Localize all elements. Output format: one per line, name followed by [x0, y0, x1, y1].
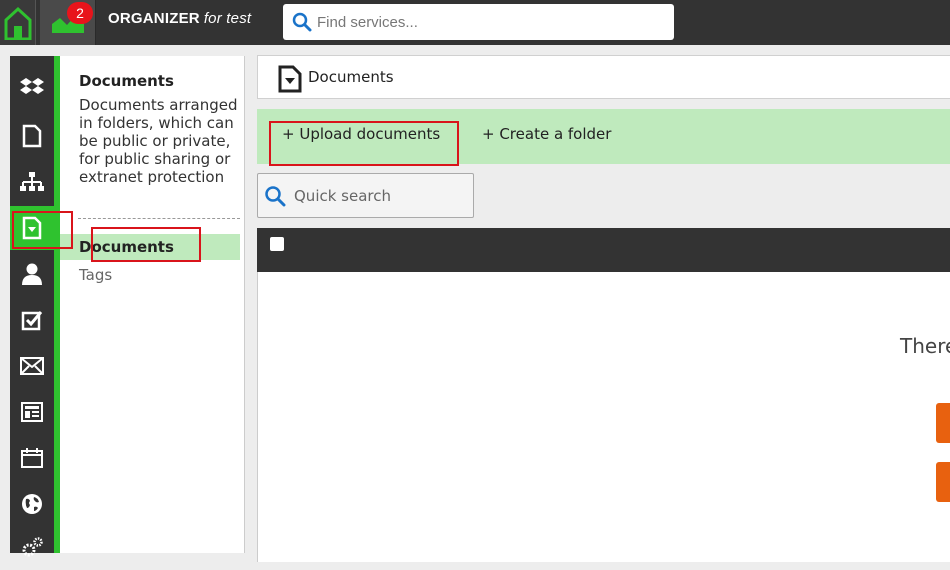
nav-news[interactable] [10, 390, 54, 434]
gears-icon [22, 537, 43, 557]
highlight-box-nav-documents [12, 211, 73, 249]
home-button[interactable] [0, 0, 36, 45]
app-brand: ORGANIZER for test [108, 10, 251, 27]
highlight-box-subnav-documents [91, 227, 201, 262]
left-icon-nav [10, 56, 54, 557]
envelope-icon [20, 357, 44, 375]
nav-users[interactable] [10, 252, 54, 296]
calendar-icon [21, 448, 43, 468]
page-title: Documents [308, 68, 394, 86]
content-header: Documents [257, 55, 950, 99]
quick-search-input[interactable] [294, 186, 464, 205]
newspaper-icon [21, 402, 43, 422]
empty-state-text: There [900, 334, 950, 358]
nav-tasks[interactable] [10, 298, 54, 342]
file-icon [22, 124, 42, 148]
empty-state-secondary-button[interactable] [936, 462, 950, 502]
user-icon [22, 263, 42, 285]
nav-web[interactable] [10, 482, 54, 526]
highlight-box-upload [269, 121, 459, 166]
search-input[interactable] [317, 13, 657, 31]
select-all-checkbox[interactable] [270, 237, 284, 251]
nav-mail[interactable] [10, 344, 54, 388]
subnav-item-tags[interactable]: Tags [60, 262, 240, 288]
nav-pages[interactable] [10, 114, 54, 158]
divider [78, 218, 240, 219]
nav-dropbox[interactable] [10, 66, 54, 110]
document-icon [278, 65, 302, 97]
notification-badge: 2 [67, 2, 93, 24]
brand-suffix: for test [203, 10, 252, 27]
search-icon [265, 185, 286, 206]
nav-calendar[interactable] [10, 436, 54, 480]
brand-name: ORGANIZER [108, 10, 200, 27]
service-search[interactable] [283, 4, 674, 40]
home-icon [4, 6, 31, 40]
dropbox-icon [20, 78, 44, 94]
globe-icon [22, 494, 42, 514]
checkbox-icon [21, 311, 43, 331]
create-folder-button[interactable]: + Create a folder [482, 125, 611, 143]
nav-sitemap[interactable] [10, 160, 54, 204]
section-panel: Documents Documents arranged in folders,… [60, 56, 245, 553]
section-title: Documents [79, 72, 174, 90]
table-header [257, 228, 950, 272]
search-icon [287, 12, 317, 32]
nav-settings[interactable] [10, 526, 54, 570]
empty-state-action-button[interactable] [936, 403, 950, 443]
table-body: There [257, 272, 950, 562]
section-description: Documents arranged in folders, which can… [79, 96, 238, 186]
quick-search[interactable] [257, 173, 474, 218]
top-bar: 2 ORGANIZER for test [0, 0, 950, 45]
sitemap-icon [20, 172, 44, 191]
